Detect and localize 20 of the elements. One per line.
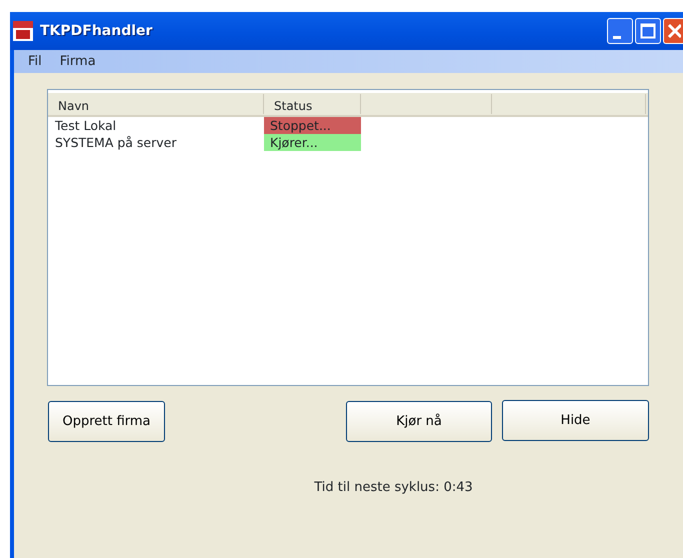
minimize-icon [613, 36, 621, 38]
window-title: TKPDFhandler [40, 22, 152, 40]
menu-item[interactable]: Fil [28, 52, 42, 72]
column-header[interactable]: Navn [48, 94, 264, 114]
run-now-button[interactable]: Kjør nå [346, 401, 492, 442]
hide-button[interactable]: Hide [502, 400, 649, 441]
maximize-icon [640, 23, 656, 39]
company-name-cell-text: Test Lokal [54, 117, 118, 134]
maximize-button[interactable] [635, 18, 661, 44]
status-cell: Stoppet... [264, 117, 361, 134]
app-logo-icon [12, 20, 34, 42]
close-button[interactable] [663, 18, 683, 44]
column-header[interactable]: Status [264, 94, 361, 114]
close-icon [666, 23, 680, 39]
company-name-cell-text: SYSTEMA på server [54, 134, 178, 151]
status-cell: Kjører... [264, 134, 361, 151]
menu-item[interactable]: Firma [60, 52, 96, 72]
cycle-timer-text: Tid til neste syklus: 0:43 [313, 479, 474, 497]
create-company-button[interactable]: Opprett firma [48, 401, 165, 442]
minimize-button[interactable] [607, 18, 633, 44]
